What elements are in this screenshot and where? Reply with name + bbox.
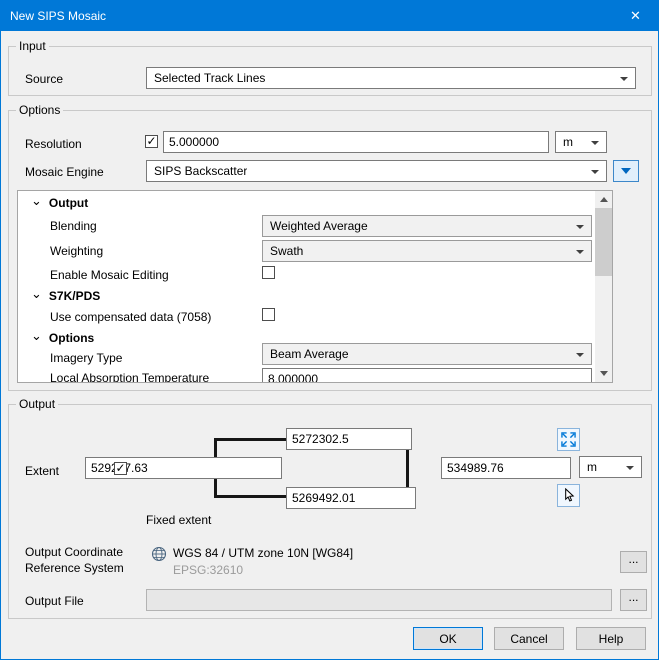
collapse-chevron-icon: ⌄ [31, 288, 42, 300]
collapse-chevron-icon: ⌄ [31, 330, 42, 342]
check-icon: ✓ [146, 136, 156, 147]
weighting-value: Swath [270, 244, 303, 258]
imagery-type-value: Beam Average [270, 347, 349, 361]
section-label-output: Output [49, 196, 88, 210]
blending-select[interactable]: Weighted Average [262, 215, 592, 237]
check-icon: ✓ [115, 463, 125, 474]
dialog-new-sips-mosaic: New SIPS Mosaic ✕ Input Source Selected … [0, 0, 659, 660]
scroll-up-button[interactable] [595, 191, 612, 208]
chevron-down-icon [591, 170, 599, 174]
section-header-output[interactable]: ⌄ Output [31, 196, 88, 210]
chevron-down-icon [576, 250, 584, 254]
section-header-s7k-pds[interactable]: ⌄ S7K/PDS [31, 289, 100, 303]
window-title: New SIPS Mosaic [10, 9, 106, 23]
chevron-down-icon [626, 466, 634, 470]
ellipsis-icon: ... [628, 552, 638, 566]
source-label: Source [25, 72, 63, 86]
blending-value: Weighted Average [270, 219, 368, 233]
chevron-down-icon [591, 141, 599, 145]
imagery-type-select[interactable]: Beam Average [262, 343, 592, 365]
input-group-label: Input [16, 39, 49, 53]
resolution-checkbox[interactable]: ✓ [145, 135, 158, 148]
resolution-unit-value: m [563, 135, 573, 149]
mosaic-engine-value: SIPS Backscatter [154, 164, 247, 178]
globe-icon [151, 546, 167, 562]
close-button[interactable]: ✕ [613, 1, 658, 31]
crs-browse-button[interactable]: ... [620, 551, 647, 573]
extent-unit-select[interactable]: m [579, 456, 642, 478]
output-file-input [146, 589, 612, 611]
extent-bottom-input[interactable] [286, 487, 416, 509]
source-value: Selected Track Lines [154, 71, 265, 85]
pointer-cursor-icon [561, 488, 576, 503]
zoom-to-extent-button[interactable] [557, 428, 580, 451]
ellipsis-icon: ... [628, 590, 638, 604]
cancel-button-label: Cancel [510, 632, 547, 646]
extent-right-input[interactable] [441, 457, 571, 479]
extent-checkbox[interactable]: ✓ [114, 462, 127, 475]
fixed-extent-label: Fixed extent [146, 513, 211, 527]
chevron-down-icon [576, 353, 584, 357]
chevron-down-icon [621, 168, 631, 174]
engine-options-expand-button[interactable] [613, 160, 639, 182]
ok-button[interactable]: OK [413, 627, 483, 650]
use-compensated-data-label: Use compensated data (7058) [50, 310, 211, 324]
resolution-unit-select[interactable]: m [555, 131, 607, 153]
section-label-s7k-pds: S7K/PDS [49, 289, 100, 303]
section-label-options: Options [49, 331, 94, 345]
enable-mosaic-editing-label: Enable Mosaic Editing [50, 268, 169, 282]
help-button[interactable]: Help [576, 627, 646, 650]
use-compensated-data-checkbox[interactable] [262, 308, 275, 321]
scroll-down-button[interactable] [595, 365, 612, 382]
output-crs-label: Output Coordinate Reference System [25, 544, 145, 576]
enable-mosaic-editing-checkbox[interactable] [262, 266, 275, 279]
crs-epsg-code: EPSG:32610 [173, 563, 243, 577]
output-group-label: Output [16, 397, 58, 411]
collapse-chevron-icon: ⌄ [31, 195, 42, 207]
chevron-down-icon [576, 225, 584, 229]
help-button-label: Help [599, 632, 624, 646]
chevron-down-icon [620, 77, 628, 81]
extent-label: Extent [25, 464, 59, 478]
extent-unit-value: m [587, 460, 597, 474]
triangle-down-icon [600, 371, 608, 376]
scrollbar-thumb[interactable] [595, 208, 612, 276]
triangle-up-icon [600, 197, 608, 202]
pick-extent-button[interactable] [557, 484, 580, 507]
scrollbar[interactable] [595, 191, 612, 382]
options-group-label: Options [16, 103, 63, 117]
expand-arrows-icon [561, 432, 576, 447]
resolution-label: Resolution [25, 137, 82, 151]
local-absorption-temperature-label: Local Absorption Temperature [50, 371, 209, 383]
titlebar: New SIPS Mosaic ✕ [1, 1, 658, 31]
weighting-label: Weighting [50, 244, 103, 258]
crs-value: WGS 84 / UTM zone 10N [WG84] [173, 546, 353, 560]
weighting-select[interactable]: Swath [262, 240, 592, 262]
cancel-button[interactable]: Cancel [494, 627, 564, 650]
imagery-type-label: Imagery Type [50, 351, 122, 365]
mosaic-engine-label: Mosaic Engine [25, 165, 104, 179]
source-select[interactable]: Selected Track Lines [146, 67, 636, 89]
output-file-label: Output File [25, 594, 84, 608]
blending-label: Blending [50, 219, 97, 233]
extent-top-input[interactable] [286, 428, 412, 450]
section-header-options[interactable]: ⌄ Options [31, 331, 94, 345]
ok-button-label: OK [439, 632, 456, 646]
close-icon: ✕ [630, 8, 641, 24]
resolution-input[interactable] [163, 131, 549, 153]
output-file-browse-button[interactable]: ... [620, 589, 647, 611]
mosaic-engine-select[interactable]: SIPS Backscatter [146, 160, 607, 182]
mosaic-properties-panel: ⌄ Output Blending Weighted Average Weigh… [17, 190, 613, 383]
local-absorption-temperature-input[interactable] [262, 368, 592, 383]
